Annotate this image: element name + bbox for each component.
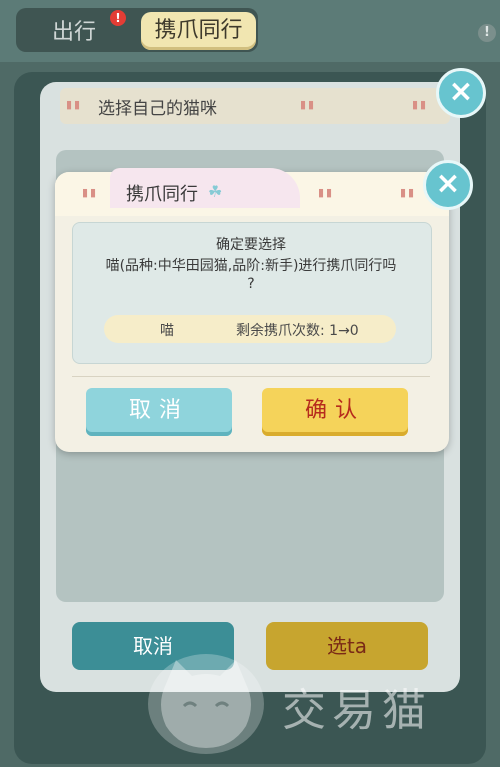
close-icon[interactable]: × <box>436 68 486 118</box>
binder-dots: ▮▮ <box>318 186 335 199</box>
binder-dots: ▮▮ <box>66 98 83 111</box>
notification-badge: ! <box>110 10 126 26</box>
message-line-3: ? <box>247 276 255 292</box>
info-icon[interactable]: ! <box>478 24 496 42</box>
watermark-text: 交易猫 <box>282 685 432 736</box>
clover-icon: ☘ <box>208 182 223 201</box>
message-line-1: 确定要选择 <box>216 237 286 253</box>
binder-dots: ▮▮ <box>412 98 429 111</box>
select-cat-button[interactable]: 选ta <box>266 622 428 670</box>
binder-dots: ▮▮ <box>82 186 99 199</box>
tab-out[interactable]: 出行 <box>52 14 96 46</box>
dialog-title: 携爪同行 <box>126 184 198 205</box>
cat-name: 喵 <box>160 323 174 339</box>
dialog-close-icon[interactable]: × <box>423 160 473 210</box>
divider <box>72 376 430 377</box>
confirm-button[interactable]: 确认 <box>262 388 408 436</box>
cat-logo-icon <box>148 654 264 754</box>
cancel-button[interactable]: 取消 <box>86 388 232 436</box>
tab-carry-along[interactable]: 携爪同行 <box>141 12 256 50</box>
message-line-2: 喵(品种:中华田园猫,品阶:新手)进行携爪同行吗 <box>105 258 397 274</box>
cat-select-title: 选择自己的猫咪 <box>98 99 217 119</box>
remaining-count: 剩余携爪次数: 1→0 <box>236 323 359 339</box>
binder-dots: ▮▮ <box>300 98 317 111</box>
binder-dots: ▮▮ <box>400 186 417 199</box>
